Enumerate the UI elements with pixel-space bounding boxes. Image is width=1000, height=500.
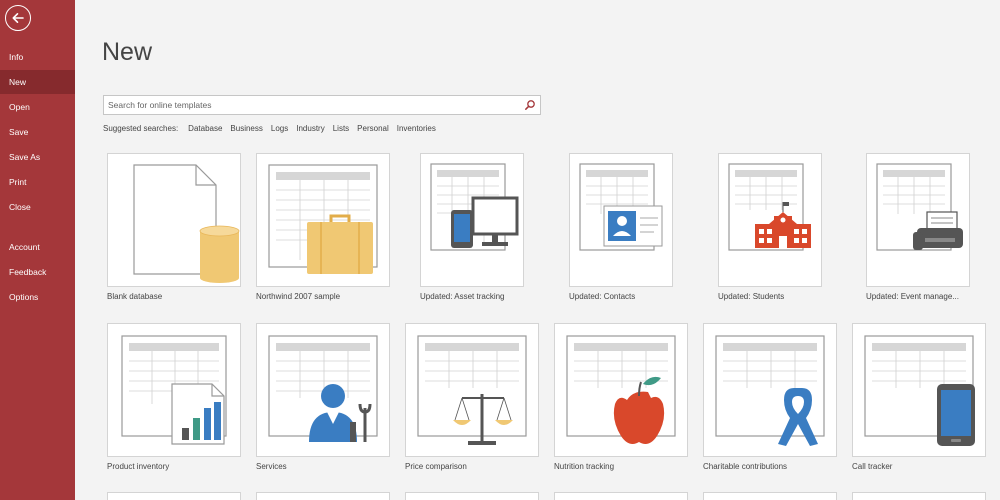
template-tile-northwind[interactable]: Northwind 2007 sample	[256, 153, 390, 303]
template-label: Updated: Asset tracking	[420, 292, 505, 301]
template-tile-partial[interactable]	[703, 492, 837, 500]
school-icon	[728, 163, 811, 251]
technician-icon	[268, 335, 378, 442]
template-tile-event-management[interactable]: Updated: Event manage...	[866, 153, 970, 303]
template-tile-call-tracker[interactable]: Call tracker	[852, 323, 986, 473]
search-icon[interactable]	[524, 99, 536, 111]
template-label: Services	[256, 462, 287, 471]
template-label: Nutrition tracking	[554, 462, 615, 471]
template-thumbnail	[703, 323, 837, 457]
template-tile-partial[interactable]	[554, 492, 688, 500]
template-tile-partial[interactable]	[405, 492, 539, 500]
template-tile-nutrition-tracking[interactable]: Nutrition tracking	[554, 323, 688, 473]
template-label: Northwind 2007 sample	[256, 292, 341, 301]
template-thumbnail	[718, 153, 822, 287]
template-tile-partial[interactable]	[107, 492, 241, 500]
suggested-link-database[interactable]: Database	[188, 124, 222, 136]
search-input[interactable]	[104, 96, 514, 114]
briefcase-icon	[268, 164, 378, 274]
suggested-link-industry[interactable]: Industry	[296, 124, 324, 136]
template-label: Product inventory	[107, 462, 170, 471]
template-label: Price comparison	[405, 462, 467, 471]
suggested-link-inventories[interactable]: Inventories	[397, 124, 436, 136]
suggested-searches-label: Suggested searches:	[103, 124, 179, 133]
template-search-box	[103, 95, 541, 115]
back-arrow-icon	[12, 13, 24, 23]
phone-icon	[864, 335, 975, 446]
template-thumbnail	[420, 153, 524, 287]
nav-open[interactable]: Open	[0, 95, 75, 119]
template-thumbnail	[554, 323, 688, 457]
nav-options[interactable]: Options	[0, 285, 75, 309]
template-label: Updated: Contacts	[569, 292, 636, 301]
page-title: New	[102, 38, 153, 66]
apple-icon	[566, 335, 676, 444]
template-thumbnail	[852, 323, 986, 457]
template-tile-partial[interactable]	[256, 492, 390, 500]
nav-close[interactable]: Close	[0, 195, 75, 219]
template-tile-students[interactable]: Updated: Students	[718, 153, 822, 303]
nav-save-as[interactable]: Save As	[0, 145, 75, 169]
template-thumbnail	[405, 323, 539, 457]
blank-database-icon	[133, 164, 240, 283]
template-label: Charitable contributions	[703, 462, 788, 471]
template-tile-blank-database[interactable]: Blank database	[107, 153, 241, 303]
bar-chart-icon	[121, 335, 227, 445]
nav-account[interactable]: Account	[0, 235, 75, 259]
ribbon-icon	[715, 335, 825, 446]
suggested-link-lists[interactable]: Lists	[333, 124, 349, 136]
template-thumbnail	[256, 153, 390, 287]
template-tile-services[interactable]: Services	[256, 323, 390, 473]
template-tile-product-inventory[interactable]: Product inventory	[107, 323, 241, 473]
template-thumbnail	[866, 153, 970, 287]
printer-icon	[876, 163, 963, 251]
template-tile-price-comparison[interactable]: Price comparison	[405, 323, 539, 473]
template-tile-asset-tracking[interactable]: Updated: Asset tracking	[420, 153, 524, 303]
template-label: Updated: Event manage...	[866, 292, 959, 301]
devices-icon	[430, 163, 519, 251]
scale-icon	[417, 335, 527, 445]
template-label: Updated: Students	[718, 292, 785, 301]
suggested-link-personal[interactable]: Personal	[357, 124, 389, 136]
contact-card-icon	[579, 163, 663, 251]
template-tile-charitable-contributions[interactable]: Charitable contributions	[703, 323, 837, 473]
template-thumbnail	[569, 153, 673, 287]
suggested-link-logs[interactable]: Logs	[271, 124, 288, 136]
suggested-link-business[interactable]: Business	[230, 124, 262, 136]
nav-save[interactable]: Save	[0, 120, 75, 144]
nav-new[interactable]: New	[0, 70, 75, 94]
suggested-searches: Suggested searches: Database Business Lo…	[103, 124, 444, 136]
backstage-sidebar: Info New Open Save Save As Print Close A…	[0, 0, 75, 500]
template-thumbnail	[256, 323, 390, 457]
template-tile-contacts[interactable]: Updated: Contacts	[569, 153, 673, 303]
template-label: Call tracker	[852, 462, 893, 471]
template-tile-partial[interactable]	[852, 492, 986, 500]
template-label: Blank database	[107, 292, 163, 301]
template-thumbnail	[107, 153, 241, 287]
nav-info[interactable]: Info	[0, 45, 75, 69]
nav-print[interactable]: Print	[0, 170, 75, 194]
back-button[interactable]	[5, 5, 31, 31]
template-thumbnail	[107, 323, 241, 457]
nav-feedback[interactable]: Feedback	[0, 260, 75, 284]
